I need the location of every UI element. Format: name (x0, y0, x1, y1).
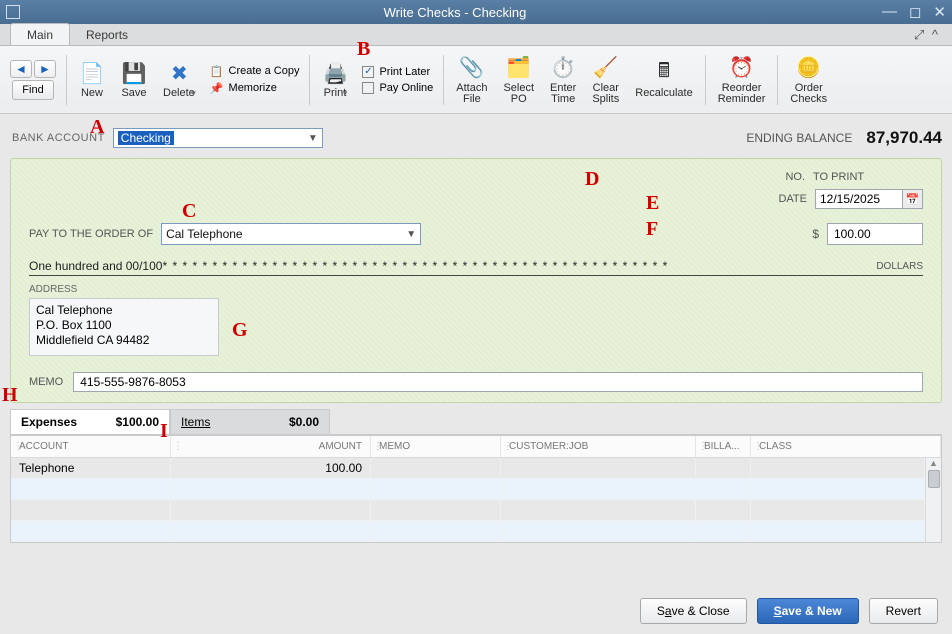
nav-group: ◄ ► Find (8, 60, 62, 100)
payee-dropdown[interactable]: Cal Telephone ▼ (161, 223, 421, 245)
reminder-icon: ⏰ (729, 55, 755, 81)
prev-button[interactable]: ◄ (10, 60, 32, 78)
scrollbar[interactable]: ▲ (925, 458, 941, 542)
clear-splits-button[interactable]: 🧹 Clear Splits (584, 50, 627, 110)
expense-grid: ACCOUNT AMOUNT MEMO CUSTOMER:JOB BILLA..… (10, 435, 942, 543)
clock-icon: ⏱️ (550, 55, 576, 81)
order-checks-button[interactable]: 🪙 Order Checks (782, 50, 835, 110)
pay-online-checkbox[interactable]: Pay Online (362, 82, 433, 94)
revert-button[interactable]: Revert (869, 598, 938, 624)
ribbon-tabstrip: Main Reports ⤢ ^ (0, 24, 952, 46)
col-class[interactable]: CLASS (751, 436, 941, 457)
tab-main[interactable]: Main (10, 23, 70, 45)
col-memo[interactable]: MEMO (371, 436, 501, 457)
col-amount[interactable]: AMOUNT (171, 436, 371, 457)
callout-D: D (585, 168, 599, 191)
ending-balance-label: ENDING BALANCE (746, 131, 852, 145)
select-po-button[interactable]: 🗂️ Select PO (495, 50, 542, 110)
print-icon: 🖨️ (322, 60, 348, 86)
attach-file-button[interactable]: 📎 Attach File (448, 50, 495, 110)
delete-button[interactable]: ✖ Delete ▾ (155, 50, 204, 110)
window-menu-icon[interactable] (6, 5, 20, 19)
address-label: ADDRESS (29, 284, 923, 295)
callout-F: F (646, 218, 658, 241)
table-row[interactable]: Telephone 100.00 (11, 458, 925, 479)
address-field[interactable]: Cal Telephone P.O. Box 1100 Middlefield … (29, 298, 219, 356)
bank-account-dropdown[interactable]: Checking ▼ (113, 128, 323, 148)
table-row[interactable] (11, 521, 925, 542)
print-later-checkbox[interactable]: ✓ Print Later (362, 66, 433, 78)
create-copy-button[interactable]: 📋 Create a Copy (210, 65, 300, 78)
currency-label: $ (812, 227, 819, 241)
expand-ribbon-icon[interactable]: ⤢ ^ (914, 27, 940, 43)
recalculate-button[interactable]: 🖩 Recalculate (627, 50, 700, 110)
checkbox-unchecked-icon (362, 82, 374, 94)
table-row[interactable] (11, 479, 925, 500)
check-panel: NO. TO PRINT DATE 📅 PAY TO THE ORDER OF … (10, 158, 942, 403)
pay-to-label: PAY TO THE ORDER OF (29, 228, 153, 240)
delete-icon: ✖ (166, 60, 192, 86)
print-button[interactable]: 🖨️ Print ▾ (314, 50, 356, 110)
col-customer[interactable]: CUSTOMER:JOB (501, 436, 696, 457)
enter-time-button[interactable]: ⏱️ Enter Time (542, 50, 584, 110)
chevron-down-icon: ▼ (308, 133, 318, 144)
memorize-button[interactable]: 📌 Memorize (210, 82, 300, 95)
title-bar: Write Checks - Checking — ◻ ✕ (0, 0, 952, 24)
save-icon: 💾 (121, 60, 147, 86)
new-button[interactable]: 📄 New (71, 50, 113, 110)
save-button[interactable]: 💾 Save (113, 50, 155, 110)
new-icon: 📄 (79, 60, 105, 86)
amount-field[interactable] (827, 223, 923, 245)
close-button[interactable]: ✕ (933, 3, 946, 21)
date-field[interactable] (815, 189, 903, 209)
po-icon: 🗂️ (506, 55, 532, 81)
memo-field[interactable] (73, 372, 923, 392)
check-no-value: TO PRINT (813, 171, 923, 183)
toolbar: ◄ ► Find 📄 New 💾 Save ✖ Delete ▾ 📋 Creat… (0, 46, 952, 114)
checkbox-checked-icon: ✓ (362, 66, 374, 78)
table-row[interactable] (11, 500, 925, 521)
dollars-label: DOLLARS (876, 261, 923, 272)
amount-words: One hundred and 00/100 (29, 259, 162, 273)
memo-label: MEMO (29, 376, 63, 388)
calculator-icon: 🖩 (651, 60, 677, 86)
tab-reports[interactable]: Reports (70, 24, 144, 45)
callout-C: C (182, 200, 196, 223)
callout-G: G (232, 319, 248, 342)
memorize-icon: 📌 (210, 82, 224, 95)
col-account[interactable]: ACCOUNT (11, 436, 171, 457)
minimize-button[interactable]: — (882, 3, 897, 21)
callout-E: E (646, 192, 659, 215)
save-close-button[interactable]: Save & Close (640, 598, 747, 624)
col-billable[interactable]: BILLA... (696, 436, 751, 457)
copy-icon: 📋 (210, 65, 224, 78)
date-label: DATE (778, 193, 807, 205)
maximize-button[interactable]: ◻ (909, 3, 921, 21)
check-no-label: NO. (765, 171, 805, 183)
clear-splits-icon: 🧹 (593, 55, 619, 81)
paperclip-icon: 📎 (459, 55, 485, 81)
find-button[interactable]: Find (12, 80, 54, 100)
callout-I: I (160, 420, 168, 443)
subtab-expenses[interactable]: Expenses $100.00 (10, 409, 170, 434)
window-title: Write Checks - Checking (28, 5, 882, 20)
subtab-items[interactable]: Items $0.00 (170, 409, 330, 434)
save-new-button[interactable]: Save & New (757, 598, 859, 624)
calendar-icon[interactable]: 📅 (903, 189, 923, 209)
next-button[interactable]: ► (34, 60, 56, 78)
callout-B: B (357, 38, 370, 61)
callout-A: A (90, 116, 104, 139)
chevron-down-icon: ▼ (406, 229, 416, 240)
ending-balance-value: 87,970.44 (866, 128, 942, 148)
callout-H: H (2, 384, 18, 407)
order-checks-icon: 🪙 (796, 55, 822, 81)
reorder-reminder-button[interactable]: ⏰ Reorder Reminder (710, 50, 774, 110)
